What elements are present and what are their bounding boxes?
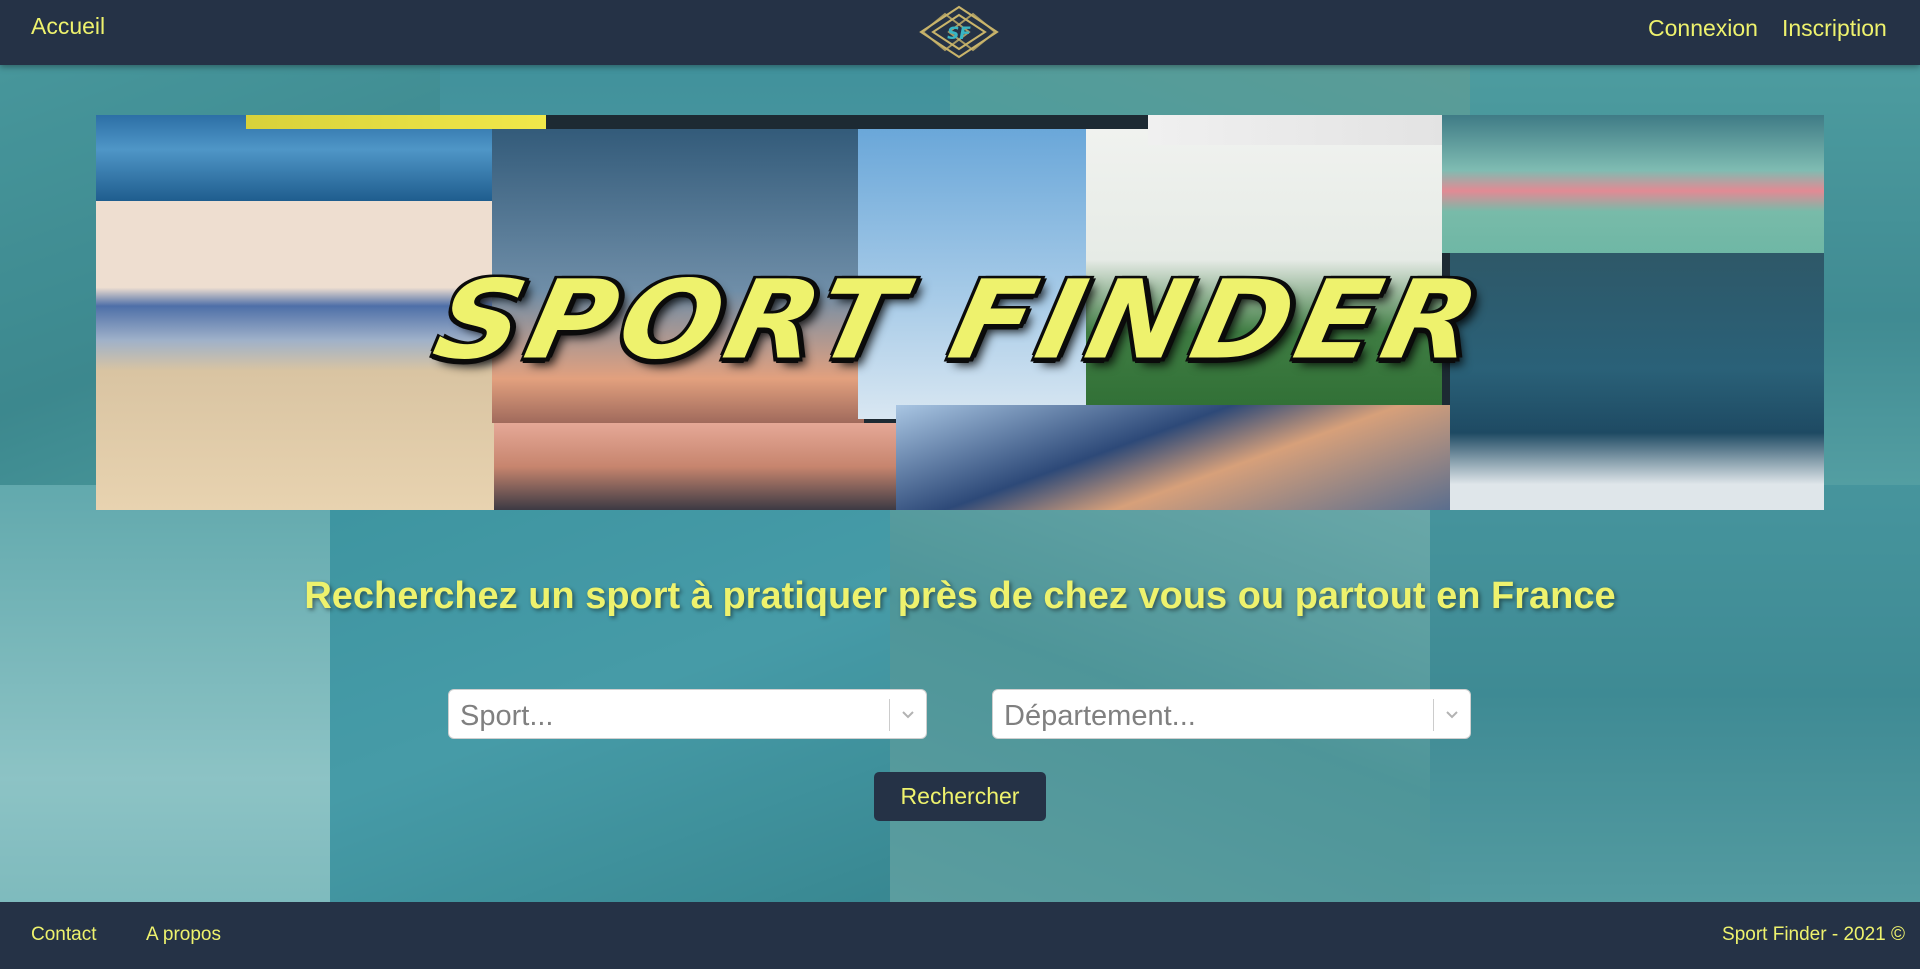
sport-select[interactable]: Sport...: [448, 689, 927, 739]
hero-photo-handball: [1442, 115, 1824, 253]
footer: Contact A propos Sport Finder - 2021 ©: [0, 902, 1920, 969]
top-navigation-bar: Accueil SF Connexion Inscription: [0, 0, 1920, 65]
hero-photo-kayak: [246, 115, 546, 129]
select-separator: [889, 699, 890, 731]
hero-banner: SPORT FINDER: [96, 115, 1824, 510]
search-button[interactable]: Rechercher: [874, 772, 1046, 821]
footer-contact-link[interactable]: Contact: [31, 924, 96, 946]
hero-photo-judo: [1148, 115, 1442, 145]
nav-login-link[interactable]: Connexion: [1648, 14, 1758, 42]
hero-photo-surf: [494, 423, 896, 510]
hero-photo-climbing: [896, 405, 1450, 510]
nav-register-link[interactable]: Inscription: [1782, 14, 1887, 42]
chevron-down-icon[interactable]: [1444, 705, 1460, 723]
sf-diamond-logo-icon[interactable]: SF: [917, 4, 1001, 61]
svg-text:SF: SF: [947, 24, 971, 44]
nav-home-link[interactable]: Accueil: [31, 12, 105, 40]
sport-select-placeholder: Sport...: [460, 700, 554, 732]
department-select-placeholder: Département...: [1004, 700, 1196, 732]
chevron-down-icon[interactable]: [900, 705, 916, 723]
footer-copyright: Sport Finder - 2021 ©: [1722, 924, 1905, 945]
page-tagline: Recherchez un sport à pratiquer près de …: [304, 575, 1616, 617]
footer-about-link[interactable]: A propos: [146, 924, 221, 946]
select-separator: [1433, 699, 1434, 731]
hero-title: SPORT FINDER: [424, 256, 1496, 384]
main-content: SPORT FINDER Recherchez un sport à prati…: [0, 65, 1920, 902]
department-select[interactable]: Département...: [992, 689, 1471, 739]
